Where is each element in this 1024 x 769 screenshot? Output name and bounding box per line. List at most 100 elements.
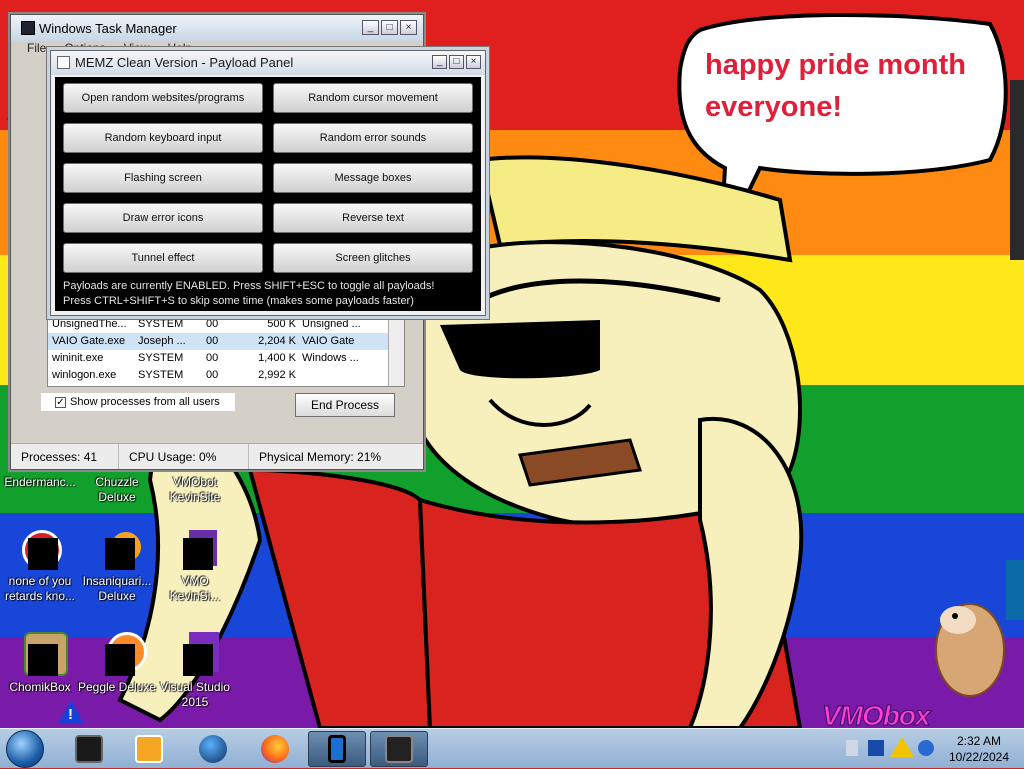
show-hidden-icons-icon[interactable]: [846, 740, 858, 756]
desktop-icon-visual-studio[interactable]: Visual Studio 2015: [155, 632, 235, 710]
desktop-icon-label: ChomikBox: [9, 680, 71, 694]
maximize-button[interactable]: □: [449, 55, 464, 69]
status-memory: Physical Memory: 21%: [259, 450, 382, 464]
status-bar: Processes: 41 CPU Usage: 0% Physical Mem…: [11, 443, 423, 469]
table-row[interactable]: VAIO Gate.exe Joseph ... 00 2,204 K VAIO…: [48, 333, 404, 350]
start-orb-icon[interactable]: [6, 730, 44, 768]
firefox-icon: [261, 735, 289, 763]
memz-payload-panel[interactable]: MEMZ Clean Version - Payload Panel _ □ ×…: [50, 50, 486, 316]
payload-button-draw-error-icons[interactable]: Draw error icons: [63, 203, 263, 233]
memz-app-icon: [57, 56, 70, 69]
desktop-icon-label: Chuzzle: [95, 475, 139, 489]
process-description: [302, 367, 382, 384]
taskbar-button-phone[interactable]: [308, 731, 366, 767]
process-name: UnsignedThe...: [52, 318, 127, 330]
minimize-button[interactable]: _: [432, 55, 447, 69]
desktop-icon-vmo-kevinsite[interactable]: VMO KevinSi...: [155, 530, 235, 604]
checkbox-checked-icon[interactable]: ✓: [55, 396, 66, 408]
glitch-strip: [1010, 80, 1024, 260]
payload-button-open-websites[interactable]: Open random websites/programs: [63, 83, 263, 113]
media-player-icon: [135, 735, 163, 763]
table-row[interactable]: winlogon.exe SYSTEM 00 2,992 K: [48, 367, 404, 384]
desktop-icon-label: KevinSite: [169, 490, 221, 504]
memz-payload-area: Open random websites/programs Random cur…: [55, 77, 481, 311]
warning-icon: [58, 700, 84, 724]
process-cpu: 00: [206, 335, 219, 347]
status-cpu: CPU Usage: 0%: [119, 444, 249, 469]
taskbar-button-task-manager[interactable]: [370, 731, 428, 767]
system-tray: 2:32 AM 10/22/2024: [846, 729, 1024, 769]
payload-button-flashing-screen[interactable]: Flashing screen: [63, 163, 263, 193]
shortcut-icon: [20, 530, 62, 570]
desktop-icon-label: Visual Studio: [160, 680, 230, 694]
task-manager-icon: [385, 735, 413, 763]
task-manager-titlebar[interactable]: Windows Task Manager _ □ ×: [11, 15, 423, 41]
taskbar-button-tablet[interactable]: [60, 731, 118, 767]
warning-icon[interactable]: [890, 737, 914, 757]
desktop-icon-chomikbox[interactable]: ChomikBox: [0, 632, 80, 695]
window-controls: _ □ ×: [432, 55, 481, 69]
payload-button-screen-glitches[interactable]: Screen glitches: [273, 243, 473, 273]
desktop-icon-insaniquarium[interactable]: Insaniquari... Deluxe: [77, 530, 157, 604]
status-line-2: Press CTRL+SHIFT+S to skip some time (ma…: [63, 295, 414, 307]
tablet-icon: [75, 735, 103, 763]
taskbar-button-firefox[interactable]: [246, 731, 304, 767]
payload-button-tunnel-effect[interactable]: Tunnel effect: [63, 243, 263, 273]
desktop-icon-label: retards kno...: [4, 589, 76, 603]
desktop-icon-vmobot[interactable]: VMObot KevinSite: [155, 475, 235, 505]
desktop-icon-chuzzle[interactable]: Chuzzle Deluxe: [77, 475, 157, 505]
vmobox-logo: VMObox: [822, 700, 932, 729]
peggle-icon: [97, 632, 147, 676]
payload-button-message-boxes[interactable]: Message boxes: [273, 163, 473, 193]
network-icon[interactable]: [918, 740, 934, 756]
process-list[interactable]: UnsignedThe... SYSTEM 00 500 K Unsigned …: [47, 315, 405, 387]
payload-button-reverse-text[interactable]: Reverse text: [273, 203, 473, 233]
payload-button-cursor-movement[interactable]: Random cursor movement: [273, 83, 473, 113]
desktop-icon-label: Insaniquari...: [82, 574, 152, 588]
close-button[interactable]: ×: [466, 55, 481, 69]
process-name: wininit.exe: [52, 352, 104, 364]
visual-studio-icon: [175, 530, 217, 570]
payload-status-text: Payloads are currently ENABLED. Press SH…: [63, 279, 434, 309]
speech-line-1: happy pride month: [705, 49, 966, 81]
show-all-processes-checkbox[interactable]: ✓ Show processes from all users: [41, 393, 235, 411]
desktop-icon-label: 2015: [181, 695, 209, 709]
clock-date: 10/22/2024: [948, 750, 1010, 764]
process-cpu: 00: [206, 369, 219, 381]
payload-button-error-sounds[interactable]: Random error sounds: [273, 123, 473, 153]
desktop-icon-endermanch[interactable]: Endermanc...: [0, 475, 80, 490]
taskbar-button-media-player[interactable]: [120, 731, 178, 767]
glitch-strip: [1006, 560, 1024, 620]
process-cpu: 00: [206, 318, 219, 330]
clock-time: 2:32 AM: [956, 734, 1002, 748]
chomikbox-icon: [20, 632, 68, 676]
shield-icon[interactable]: [868, 740, 884, 756]
desktop-icon-none-of-you[interactable]: none of you retards kno...: [0, 530, 80, 604]
process-user: SYSTEM: [138, 318, 184, 330]
window-title: Windows Task Manager: [39, 20, 177, 36]
speech-bubble-text: happy pride month everyone!: [705, 44, 995, 128]
memz-titlebar[interactable]: MEMZ Clean Version - Payload Panel _ □ ×: [51, 51, 485, 75]
minimize-button[interactable]: _: [362, 20, 379, 35]
checkbox-label: Show processes from all users: [70, 396, 220, 408]
clock[interactable]: 2:32 AM 10/22/2024: [944, 733, 1014, 765]
maximize-button[interactable]: □: [381, 20, 398, 35]
table-row[interactable]: wininit.exe SYSTEM 00 1,400 K Windows ..…: [48, 350, 404, 367]
desktop-icon-label: none of you: [8, 574, 72, 588]
close-button[interactable]: ×: [400, 20, 417, 35]
process-description: Windows ...: [302, 352, 359, 364]
status-line-1: Payloads are currently ENABLED. Press SH…: [63, 280, 435, 292]
process-description: Unsigned ...: [302, 318, 361, 330]
desktop-icon-label: Peggle Deluxe: [77, 680, 157, 694]
desktop-icon-label: Deluxe: [98, 589, 136, 603]
process-user: SYSTEM: [138, 352, 184, 364]
end-process-button[interactable]: End Process: [295, 393, 395, 417]
menu-file[interactable]: File: [27, 41, 46, 59]
table-row[interactable]: UnsignedThe... SYSTEM 00 500 K Unsigned …: [48, 316, 404, 333]
payload-button-keyboard-input[interactable]: Random keyboard input: [63, 123, 263, 153]
phone-icon: [328, 735, 346, 763]
desktop-icon-peggle[interactable]: Peggle Deluxe: [77, 632, 157, 695]
taskbar-button-browser[interactable]: [184, 731, 242, 767]
process-list-scrollbar[interactable]: [388, 316, 404, 386]
desktop-icon-label: VMObot: [172, 475, 217, 489]
